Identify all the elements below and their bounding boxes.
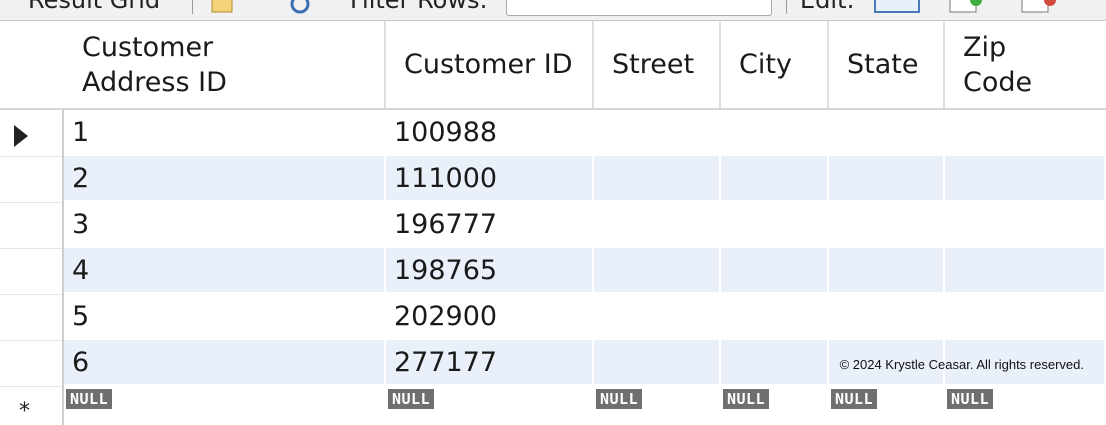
cell-state[interactable] [829,156,945,200]
cell-city[interactable] [721,340,829,384]
cell-customer-address-id[interactable]: 2 [64,156,386,200]
cell-customer-address-id[interactable]: 4 [64,248,386,292]
copyright-notice: © 2024 Krystle Ceasar. All rights reserv… [839,357,1084,372]
toolbar-separator [786,0,787,14]
cell-street[interactable] [594,294,721,338]
result-toolbar: Result Grid Filter Rows: Edit: [0,0,1106,21]
cell-customer-id[interactable]: 202900 [386,294,594,338]
cell-street[interactable] [594,156,721,200]
table-row[interactable]: 4 198765 [0,248,1106,294]
edit-label: Edit: [800,0,855,14]
cell-customer-id[interactable]: 277177 [386,340,594,384]
table-row[interactable]: 5 202900 [0,294,1106,340]
filter-rows-input[interactable] [506,0,772,16]
cell-customer-address-id[interactable]: 1 [64,110,386,154]
cell-customer-id[interactable]: 111000 [386,156,594,200]
grid-view-icon[interactable] [210,0,236,14]
table-row[interactable]: 3 196777 [0,202,1106,248]
cell-customer-id[interactable]: 100988 [386,110,594,154]
cell-city[interactable] [721,248,829,292]
column-header-row: Customer Address ID Customer ID Street C… [0,21,1106,110]
cell-zip-code[interactable] [945,110,1106,154]
cell-city[interactable] [721,294,829,338]
column-header-city[interactable]: City [721,21,829,108]
column-header-street[interactable]: Street [594,21,721,108]
cell-zip-code[interactable] [945,294,1106,338]
cell-customer-id[interactable]: 198765 [386,248,594,292]
null-badge[interactable]: NULL [947,389,994,409]
cell-street[interactable] [594,202,721,246]
cell-city[interactable] [721,110,829,154]
cell-street[interactable] [594,110,721,154]
column-header-customer-id[interactable]: Customer ID [386,21,594,108]
toolbar-separator [192,0,193,14]
result-grid-label[interactable]: Result Grid [28,0,160,14]
cell-city[interactable] [721,156,829,200]
cell-state[interactable] [829,202,945,246]
cell-state[interactable] [829,110,945,154]
cell-customer-id[interactable]: 196777 [386,202,594,246]
table-row[interactable]: 2 111000 [0,156,1106,202]
null-badge[interactable]: NULL [66,389,113,409]
cell-customer-address-id[interactable]: 6 [64,340,386,384]
column-header-customer-address-id[interactable]: Customer Address ID [64,21,386,108]
cell-zip-code[interactable] [945,248,1106,292]
filter-rows-label: Filter Rows: [350,0,488,14]
null-badge[interactable]: NULL [723,389,770,409]
cell-street[interactable] [594,340,721,384]
null-badge[interactable]: NULL [831,389,878,409]
null-badge[interactable]: NULL [388,389,435,409]
edit-cell-icon[interactable] [874,0,920,14]
cell-zip-code[interactable] [945,202,1106,246]
null-badge[interactable]: NULL [596,389,643,409]
cell-zip-code[interactable] [945,156,1106,200]
filter-icon[interactable] [288,0,314,14]
table-row[interactable]: 1 100988 [0,110,1106,156]
delete-row-icon[interactable] [1020,0,1056,14]
column-header-state[interactable]: State [829,21,945,108]
new-row[interactable]: NULL NULL NULL NULL NULL NULL [0,386,1106,425]
cell-state[interactable] [829,294,945,338]
cell-customer-address-id[interactable]: 3 [64,202,386,246]
cell-state[interactable] [829,248,945,292]
cell-city[interactable] [721,202,829,246]
cell-customer-address-id[interactable]: 5 [64,294,386,338]
column-header-zip-code[interactable]: Zip Code [945,21,1106,108]
cell-street[interactable] [594,248,721,292]
add-row-icon[interactable] [948,0,982,14]
